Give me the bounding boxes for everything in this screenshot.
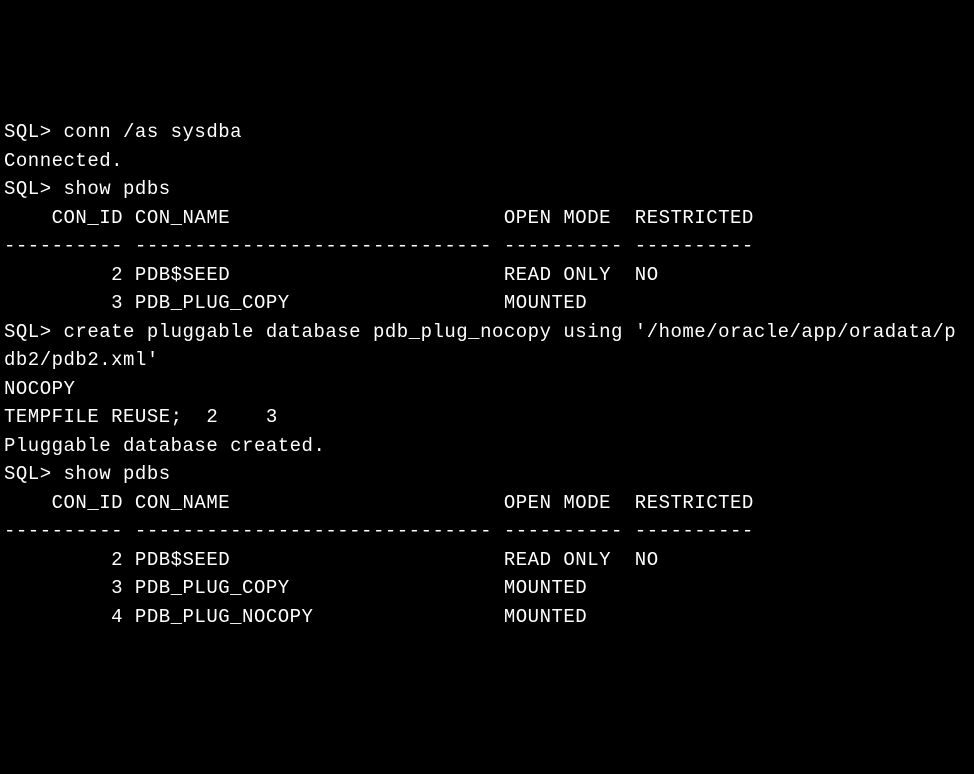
terminal-line: 2 PDB$SEED READ ONLY NO	[4, 546, 970, 575]
terminal-line: 4 PDB_PLUG_NOCOPY MOUNTED	[4, 603, 970, 632]
terminal-line: ---------- -----------------------------…	[4, 517, 970, 546]
terminal-line: Pluggable database created.	[4, 432, 970, 461]
terminal-line: CON_ID CON_NAME OPEN MODE RESTRICTED	[4, 489, 970, 518]
terminal-line: SQL> show pdbs	[4, 175, 970, 204]
terminal-line: 3 PDB_PLUG_COPY MOUNTED	[4, 574, 970, 603]
terminal-line: CON_ID CON_NAME OPEN MODE RESTRICTED	[4, 204, 970, 233]
terminal-line: SQL> create pluggable database pdb_plug_…	[4, 318, 970, 347]
terminal-line: 2 PDB$SEED READ ONLY NO	[4, 261, 970, 290]
terminal-line: 3 PDB_PLUG_COPY MOUNTED	[4, 289, 970, 318]
terminal-line: db2/pdb2.xml'	[4, 346, 970, 375]
terminal-line: SQL> show pdbs	[4, 460, 970, 489]
terminal-line: NOCOPY	[4, 375, 970, 404]
terminal-line: TEMPFILE REUSE; 2 3	[4, 403, 970, 432]
terminal-line: Connected.	[4, 147, 970, 176]
terminal-line: ---------- -----------------------------…	[4, 232, 970, 261]
terminal-line: SQL> conn /as sysdba	[4, 118, 970, 147]
